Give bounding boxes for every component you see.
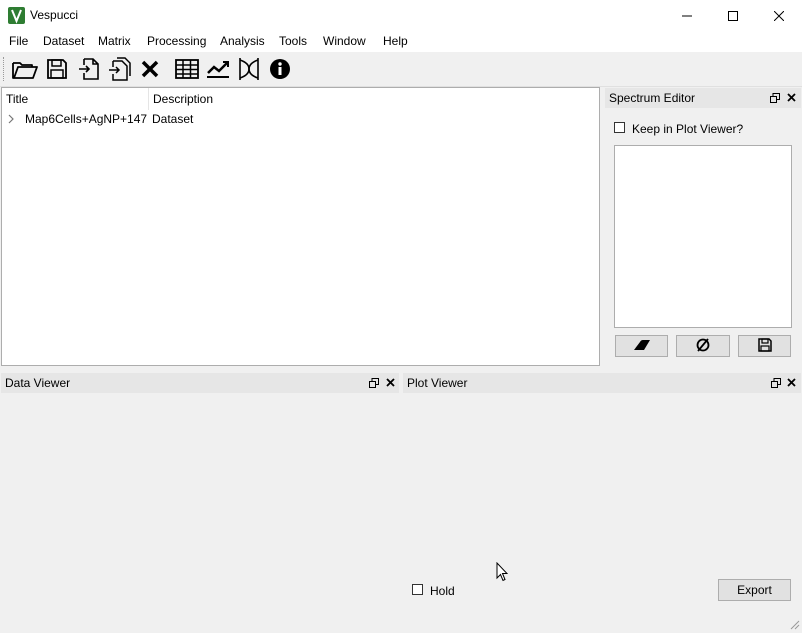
column-header-description[interactable]: Description — [149, 88, 599, 110]
save-spectra-button[interactable] — [738, 335, 791, 357]
toolbar-grip[interactable] — [3, 57, 7, 81]
menu-processing[interactable]: Processing — [147, 34, 206, 48]
eraser-icon — [633, 339, 651, 354]
line-chart-icon[interactable] — [204, 55, 232, 83]
dataset-description-cell[interactable]: Dataset — [152, 112, 193, 126]
close-icon[interactable] — [384, 376, 397, 389]
menu-analysis[interactable]: Analysis — [220, 34, 265, 48]
column-header-title[interactable]: Title — [2, 88, 149, 110]
menu-window[interactable]: Window — [323, 34, 366, 48]
mouse-cursor-icon — [496, 561, 509, 585]
data-viewer-title: Data Viewer — [1, 373, 399, 393]
keep-in-plot-viewer-checkbox[interactable] — [614, 122, 625, 133]
float-icon[interactable] — [769, 376, 782, 389]
window-title: Vespucci — [30, 8, 79, 22]
spectrum-range-icon[interactable] — [235, 55, 263, 83]
table-icon[interactable] — [173, 55, 201, 83]
import-multiple-icon[interactable] — [106, 55, 134, 83]
export-button[interactable]: Export — [718, 579, 791, 601]
close-icon[interactable] — [785, 376, 798, 389]
resize-grip-icon[interactable] — [788, 618, 800, 633]
info-icon[interactable] — [266, 55, 294, 83]
close-icon[interactable] — [785, 91, 798, 104]
hold-checkbox[interactable] — [412, 584, 423, 595]
erase-button[interactable] — [615, 335, 668, 357]
import-file-icon[interactable] — [75, 55, 103, 83]
hold-label: Hold — [430, 584, 455, 598]
spectrum-list[interactable] — [614, 145, 792, 328]
app-logo-icon — [8, 7, 25, 24]
save-icon[interactable] — [43, 55, 71, 83]
menu-dataset[interactable]: Dataset — [43, 34, 84, 48]
float-icon[interactable] — [768, 91, 781, 104]
float-icon[interactable] — [367, 376, 380, 389]
clear-button[interactable] — [676, 335, 730, 357]
menu-matrix[interactable]: Matrix — [98, 34, 131, 48]
expand-chevron-icon[interactable] — [6, 112, 16, 129]
dataset-title-cell[interactable]: Map6Cells+AgNP+147 — [25, 112, 147, 126]
menu-file[interactable]: File — [9, 34, 28, 48]
plot-viewer-title: Plot Viewer — [403, 373, 801, 393]
open-folder-icon[interactable] — [11, 55, 39, 83]
close-button[interactable] — [756, 0, 802, 31]
save-icon — [757, 337, 772, 355]
maximize-button[interactable] — [710, 0, 756, 31]
dataset-tree[interactable]: Title Description Map6Cells+AgNP+147 Dat… — [1, 87, 600, 366]
delete-icon[interactable] — [136, 55, 164, 83]
menu-tools[interactable]: Tools — [279, 34, 307, 48]
keep-in-plot-viewer-label: Keep in Plot Viewer? — [632, 122, 744, 136]
menu-help[interactable]: Help — [383, 34, 408, 48]
minimize-button[interactable] — [664, 0, 710, 31]
empty-set-icon — [695, 337, 711, 356]
